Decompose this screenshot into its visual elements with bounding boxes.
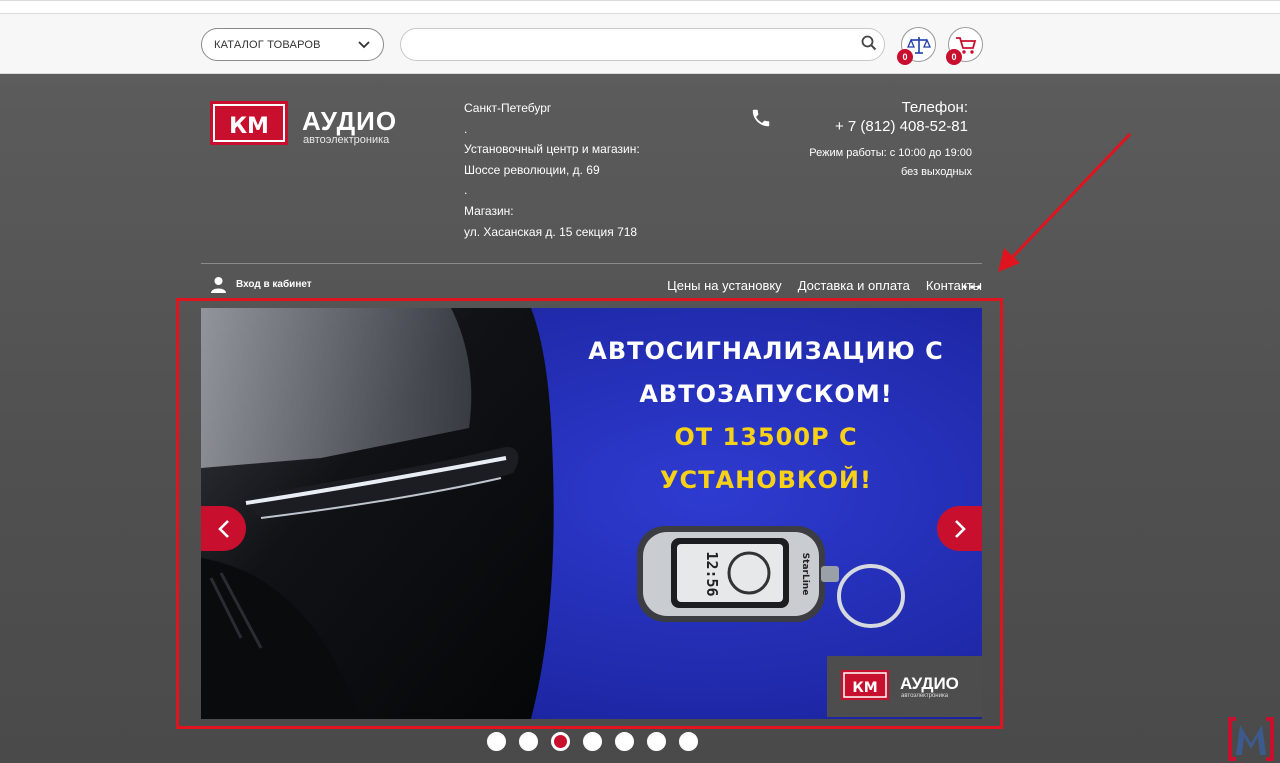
user-icon: [211, 277, 226, 293]
brand-name: АУДИО: [302, 106, 398, 136]
store-address: Санкт-Петебург . Установочный центр и ма…: [464, 98, 640, 242]
slider-dot[interactable]: [487, 732, 506, 751]
chevron-down-icon: [358, 41, 370, 49]
slider-dot[interactable]: [647, 732, 666, 751]
search-icon[interactable]: [860, 34, 878, 52]
compare-count-badge: 0: [897, 49, 913, 65]
watermark-logo-icon: [1228, 717, 1274, 761]
working-hours: Режим работы: с 10:00 до 19:00 без выход…: [780, 144, 972, 182]
slider-dot[interactable]: [519, 732, 538, 751]
phone-icon: [752, 109, 770, 127]
catalog-label: КАТАЛОГ ТОВАРОВ: [214, 38, 321, 51]
brand-subtitle: автоэлектроника: [303, 134, 390, 146]
address-line: Шоссе революции, д. 69: [464, 162, 600, 177]
header-divider: [201, 263, 982, 264]
cart-count-badge: 0: [946, 49, 962, 65]
address-line: .: [464, 121, 468, 136]
slider-dot[interactable]: [679, 732, 698, 751]
address-line: ул. Хасанская д. 15 секция 718: [464, 224, 638, 239]
logo-mark-icon: КМ: [210, 101, 288, 145]
search-input[interactable]: [400, 28, 885, 61]
address-line: Магазин:: [464, 203, 514, 218]
phone-number[interactable]: + 7 (812) 408-52-81: [835, 118, 968, 135]
hours-line: без выходных: [900, 166, 972, 178]
nav-item-install-prices[interactable]: Цены на установку: [667, 278, 782, 293]
browser-strip: [0, 1, 1280, 14]
slider-dot[interactable]: [615, 732, 634, 751]
logo-mark-text: КМ: [229, 114, 269, 139]
slider-pagination: [487, 732, 698, 751]
main-nav: Цены на установку Доставка и оплата Конт…: [667, 278, 982, 293]
login-link[interactable]: Вход в кабинет: [210, 276, 312, 293]
slider-dot[interactable]: [583, 732, 602, 751]
nav-item-delivery[interactable]: Доставка и оплата: [798, 278, 910, 293]
slider-dot-active[interactable]: [551, 732, 570, 751]
site-logo[interactable]: КМ АУДИО автоэлектроника: [210, 99, 420, 147]
hours-line: Режим работы: с 10:00 до 19:00: [809, 147, 972, 159]
address-line: .: [464, 183, 468, 198]
annotation-highlight-box: [176, 298, 1003, 729]
catalog-dropdown[interactable]: КАТАЛОГ ТОВАРОВ: [201, 28, 384, 61]
address-line: Санкт-Петебург: [464, 101, 552, 115]
more-menu-icon[interactable]: [963, 285, 981, 289]
address-line: Установочный центр и магазин:: [464, 142, 640, 157]
phone-label: Телефон:: [901, 99, 968, 116]
login-label: Вход в кабинет: [236, 279, 312, 290]
annotation-arrow-icon: [998, 132, 1132, 272]
